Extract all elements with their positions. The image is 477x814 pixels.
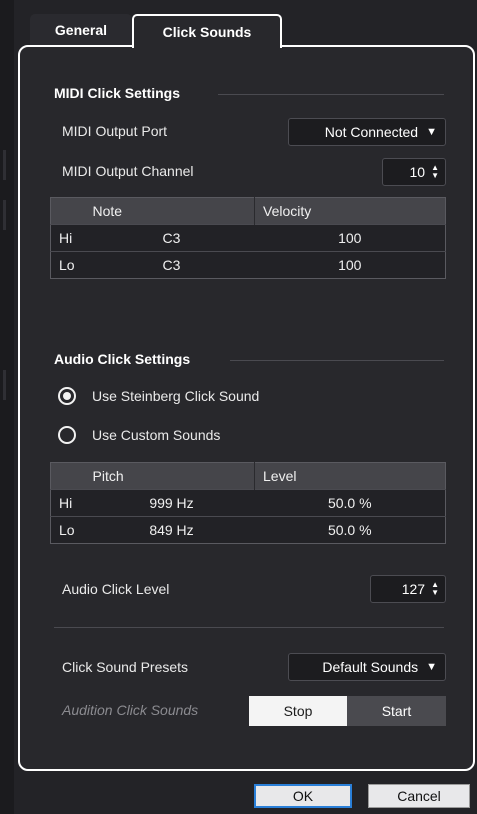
- midi-section-title: MIDI Click Settings: [54, 85, 181, 101]
- click-sound-presets-dropdown[interactable]: Default Sounds ▼: [288, 653, 446, 681]
- click-sound-presets-value: Default Sounds: [322, 659, 419, 675]
- cancel-button[interactable]: Cancel: [368, 784, 470, 808]
- audition-label: Audition Click Sounds: [62, 702, 199, 718]
- radio-steinberg-click[interactable]: Use Steinberg Click Sound: [58, 387, 259, 405]
- table-row[interactable]: Hi C3 100: [50, 224, 446, 252]
- midi-output-channel-label: MIDI Output Channel: [62, 163, 194, 179]
- audio-section-divider: [230, 360, 444, 361]
- table-row[interactable]: Lo C3 100: [50, 251, 446, 279]
- tab-general[interactable]: General: [30, 14, 132, 46]
- row-label: Lo: [50, 516, 89, 544]
- up-down-arrows-icon[interactable]: ▲ ▼: [431, 581, 439, 597]
- midi-output-channel-spinner[interactable]: 10 ▲ ▼: [382, 158, 446, 186]
- table-header-row: Pitch Level: [50, 462, 446, 490]
- midi-output-port-dropdown[interactable]: Not Connected ▼: [288, 118, 446, 146]
- level-cell[interactable]: 50.0 %: [254, 489, 446, 517]
- click-sounds-panel: MIDI Click Settings MIDI Output Port Not…: [18, 45, 475, 771]
- table-header-cell: [50, 462, 89, 490]
- audio-click-level-value: 127: [401, 581, 426, 597]
- pitch-cell[interactable]: 849 Hz: [88, 516, 255, 544]
- table-header-velocity[interactable]: Velocity: [254, 197, 446, 225]
- velocity-cell[interactable]: 100: [254, 224, 446, 252]
- level-cell[interactable]: 50.0 %: [254, 516, 446, 544]
- up-down-arrows-icon[interactable]: ▲ ▼: [431, 164, 439, 180]
- gutter-mark: [3, 370, 6, 400]
- row-label: Lo: [50, 251, 89, 279]
- presets-divider: [54, 627, 444, 628]
- table-header-cell: [50, 197, 89, 225]
- row-label: Hi: [50, 224, 89, 252]
- gutter-mark: [3, 150, 6, 180]
- velocity-cell[interactable]: 100: [254, 251, 446, 279]
- click-sound-presets-label: Click Sound Presets: [62, 659, 189, 675]
- midi-output-channel-value: 10: [409, 164, 426, 180]
- table-header-note[interactable]: Note: [88, 197, 255, 225]
- note-cell[interactable]: C3: [88, 224, 255, 252]
- radio-unselected-icon[interactable]: [58, 426, 76, 444]
- table-row[interactable]: Hi 999 Hz 50.0 %: [50, 489, 446, 517]
- caret-down-icon: ▼: [426, 661, 437, 673]
- radio-custom-label: Use Custom Sounds: [92, 427, 221, 443]
- radio-steinberg-label: Use Steinberg Click Sound: [92, 388, 260, 404]
- note-cell[interactable]: C3: [88, 251, 255, 279]
- tab-click-sounds[interactable]: Click Sounds: [132, 14, 282, 48]
- caret-down-icon: ▼: [426, 126, 437, 138]
- audio-click-table: Pitch Level Hi 999 Hz 50.0 % Lo 849 Hz 5…: [50, 462, 446, 544]
- ok-button[interactable]: OK: [254, 784, 352, 808]
- row-label: Hi: [50, 489, 89, 517]
- midi-click-table: Note Velocity Hi C3 100 Lo C3 100: [50, 197, 446, 279]
- pitch-cell[interactable]: 999 Hz: [88, 489, 255, 517]
- audio-click-level-label: Audio Click Level: [62, 581, 170, 597]
- audio-click-level-spinner[interactable]: 127 ▲ ▼: [370, 575, 446, 603]
- radio-custom-sounds[interactable]: Use Custom Sounds: [58, 426, 220, 444]
- radio-selected-icon[interactable]: [58, 387, 76, 405]
- midi-output-port-value: Not Connected: [324, 124, 419, 140]
- midi-output-port-label: MIDI Output Port: [62, 123, 168, 139]
- midi-section-divider: [218, 94, 444, 95]
- audio-section-title: Audio Click Settings: [54, 351, 191, 367]
- start-button[interactable]: Start: [347, 696, 446, 726]
- gutter-mark: [3, 200, 6, 230]
- click-sounds-dialog: General Click Sounds MIDI Click Settings…: [0, 0, 477, 814]
- table-row[interactable]: Lo 849 Hz 50.0 %: [50, 516, 446, 544]
- stop-button[interactable]: Stop: [249, 696, 347, 726]
- table-header-pitch[interactable]: Pitch: [88, 462, 255, 490]
- left-gutter: [0, 0, 14, 814]
- table-header-level[interactable]: Level: [254, 462, 446, 490]
- table-header-row: Note Velocity: [50, 197, 446, 225]
